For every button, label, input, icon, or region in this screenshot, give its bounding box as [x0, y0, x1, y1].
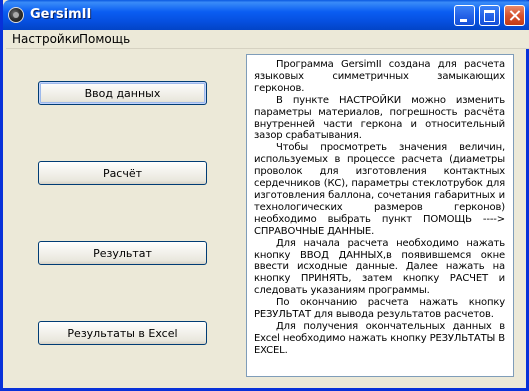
info-paragraph-3: Чтобы просмотреть значения величин, испо…: [254, 142, 505, 237]
result-button[interactable]: Результат: [38, 241, 207, 265]
excel-results-button[interactable]: Результаты в Excel: [38, 321, 207, 345]
info-paragraph-1: Программа GersimII создана для расчета я…: [254, 59, 505, 94]
title-bar[interactable]: GersimII: [3, 0, 529, 30]
maximize-button[interactable]: [479, 5, 500, 26]
minimize-button[interactable]: [454, 5, 475, 26]
menu-help[interactable]: Помощь: [79, 32, 130, 46]
menu-settings[interactable]: Настройки: [12, 32, 80, 46]
info-paragraph-4: Для начала расчета необходимо нажать кно…: [254, 237, 505, 297]
window-title: GersimII: [30, 7, 92, 22]
calculate-button[interactable]: Расчёт: [38, 161, 207, 185]
main-window: GersimII Настройки Помощь Ввод данных Ра…: [0, 0, 529, 391]
input-data-button[interactable]: Ввод данных: [38, 81, 207, 105]
info-paragraph-5: По окончанию расчета нажать кнопку РЕЗУЛ…: [254, 297, 505, 321]
close-button[interactable]: [504, 5, 525, 26]
app-icon[interactable]: [8, 7, 24, 23]
info-text-box[interactable]: Программа GersimII создана для расчета я…: [246, 54, 514, 377]
info-paragraph-2: В пункте НАСТРОЙКИ можно изменить параме…: [254, 94, 505, 142]
info-paragraph-6: Для получения окончательных данных в Exc…: [254, 320, 505, 356]
menu-bar: Настройки Помощь: [6, 30, 529, 49]
